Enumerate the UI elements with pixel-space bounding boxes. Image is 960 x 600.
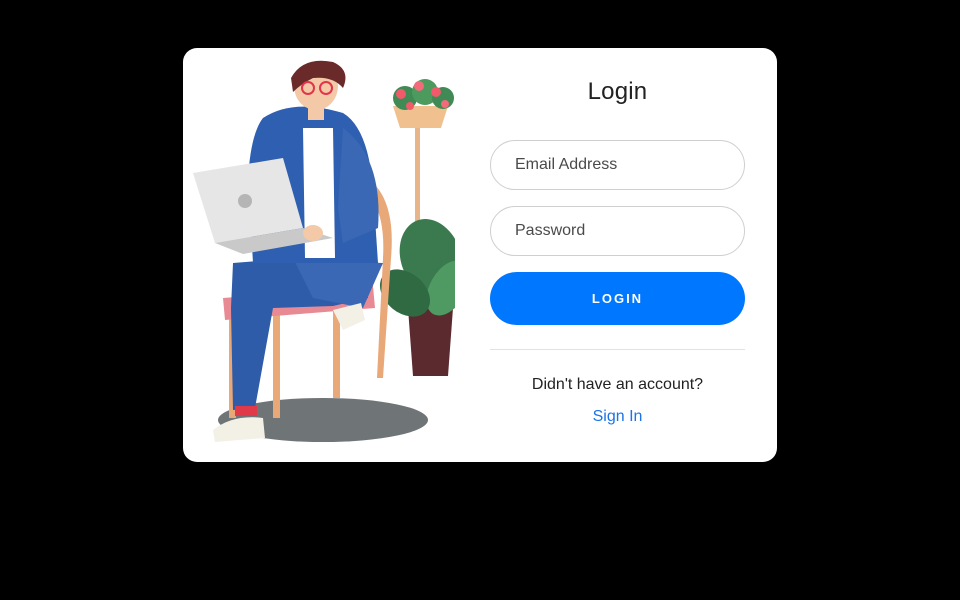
person-with-laptop-illustration [193, 58, 470, 452]
login-button[interactable]: LOGIN [490, 272, 745, 325]
divider [490, 349, 745, 350]
email-input[interactable] [490, 140, 745, 190]
no-account-text: Didn't have an account? [531, 376, 704, 393]
password-input[interactable] [490, 206, 745, 256]
login-form: Login LOGIN Didn't have an account? Sign… [490, 48, 745, 462]
login-card: Login LOGIN Didn't have an account? Sign… [183, 48, 777, 462]
sign-in-link[interactable]: Sign In [490, 408, 745, 426]
login-title: Login [587, 78, 648, 105]
